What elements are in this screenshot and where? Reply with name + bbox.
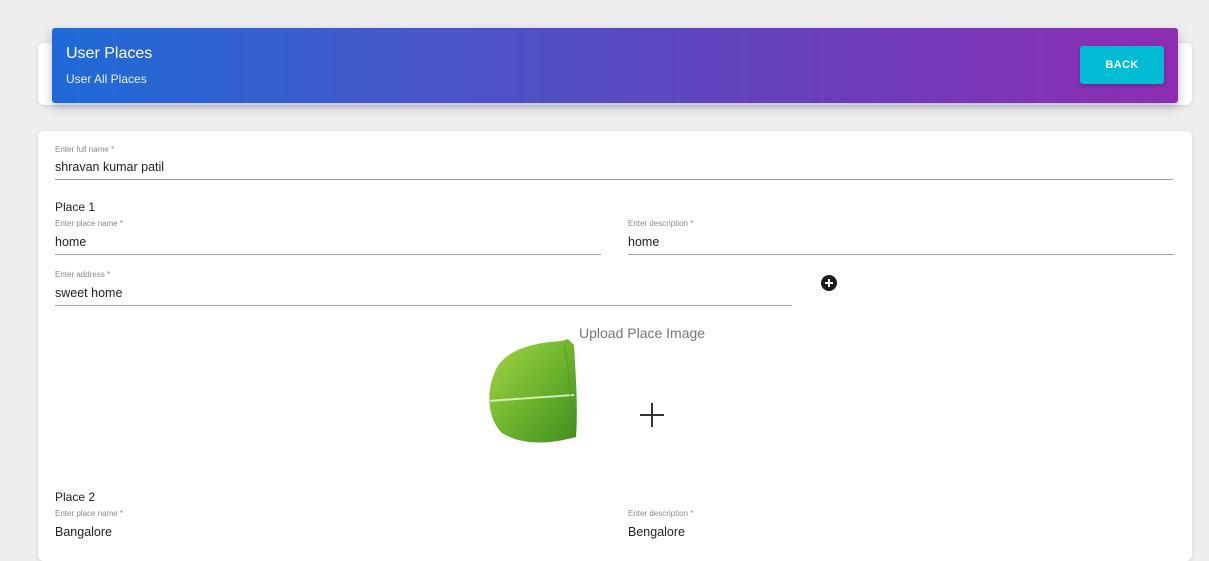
place-1-description-field[interactable]: Enter description * home [628,219,1174,255]
place-1-address-label: Enter address * [55,270,111,279]
place-2-name-label: Enter place name * [55,509,124,518]
place-2-title: Place 2 [55,490,96,504]
place-1-name-label: Enter place name * [55,219,124,228]
place-1-title: Place 1 [55,200,96,214]
page-title: User Places [66,45,153,62]
full-name-field[interactable]: Enter full name * shravan kumar patil [55,145,1173,180]
place-1-name-value: home [55,235,87,249]
upload-place-image-title: Upload Place Image [579,325,706,341]
place-image-thumbnail [489,339,577,443]
place-2-description-value: Bengalore [628,525,685,539]
full-name-value: shravan kumar patil [55,160,165,174]
place-1-description-value: home [628,235,660,249]
upload-image-plus-icon[interactable] [640,403,664,427]
place-2-description-field[interactable]: Enter description * Bengalore [628,509,1174,544]
back-button[interactable]: BACK [1080,46,1164,84]
places-form-card: Enter full name * shravan kumar patil Pl… [38,131,1192,561]
plus-circle-icon[interactable] [821,275,837,291]
page-header: User Places User All Places BACK [52,28,1178,103]
place-2-name-field[interactable]: Enter place name * Bangalore [55,509,601,544]
place-1-address-field[interactable]: Enter address * sweet home [55,270,792,306]
place-2-name-value: Bangalore [55,525,112,539]
full-name-label: Enter full name * [55,145,115,154]
place-1-address-value: sweet home [55,286,123,300]
place-1-name-field[interactable]: Enter place name * home [55,219,601,255]
page-subtitle: User All Places [66,72,147,86]
place-2-description-label: Enter description * [628,509,694,518]
place-1-description-label: Enter description * [628,219,694,228]
